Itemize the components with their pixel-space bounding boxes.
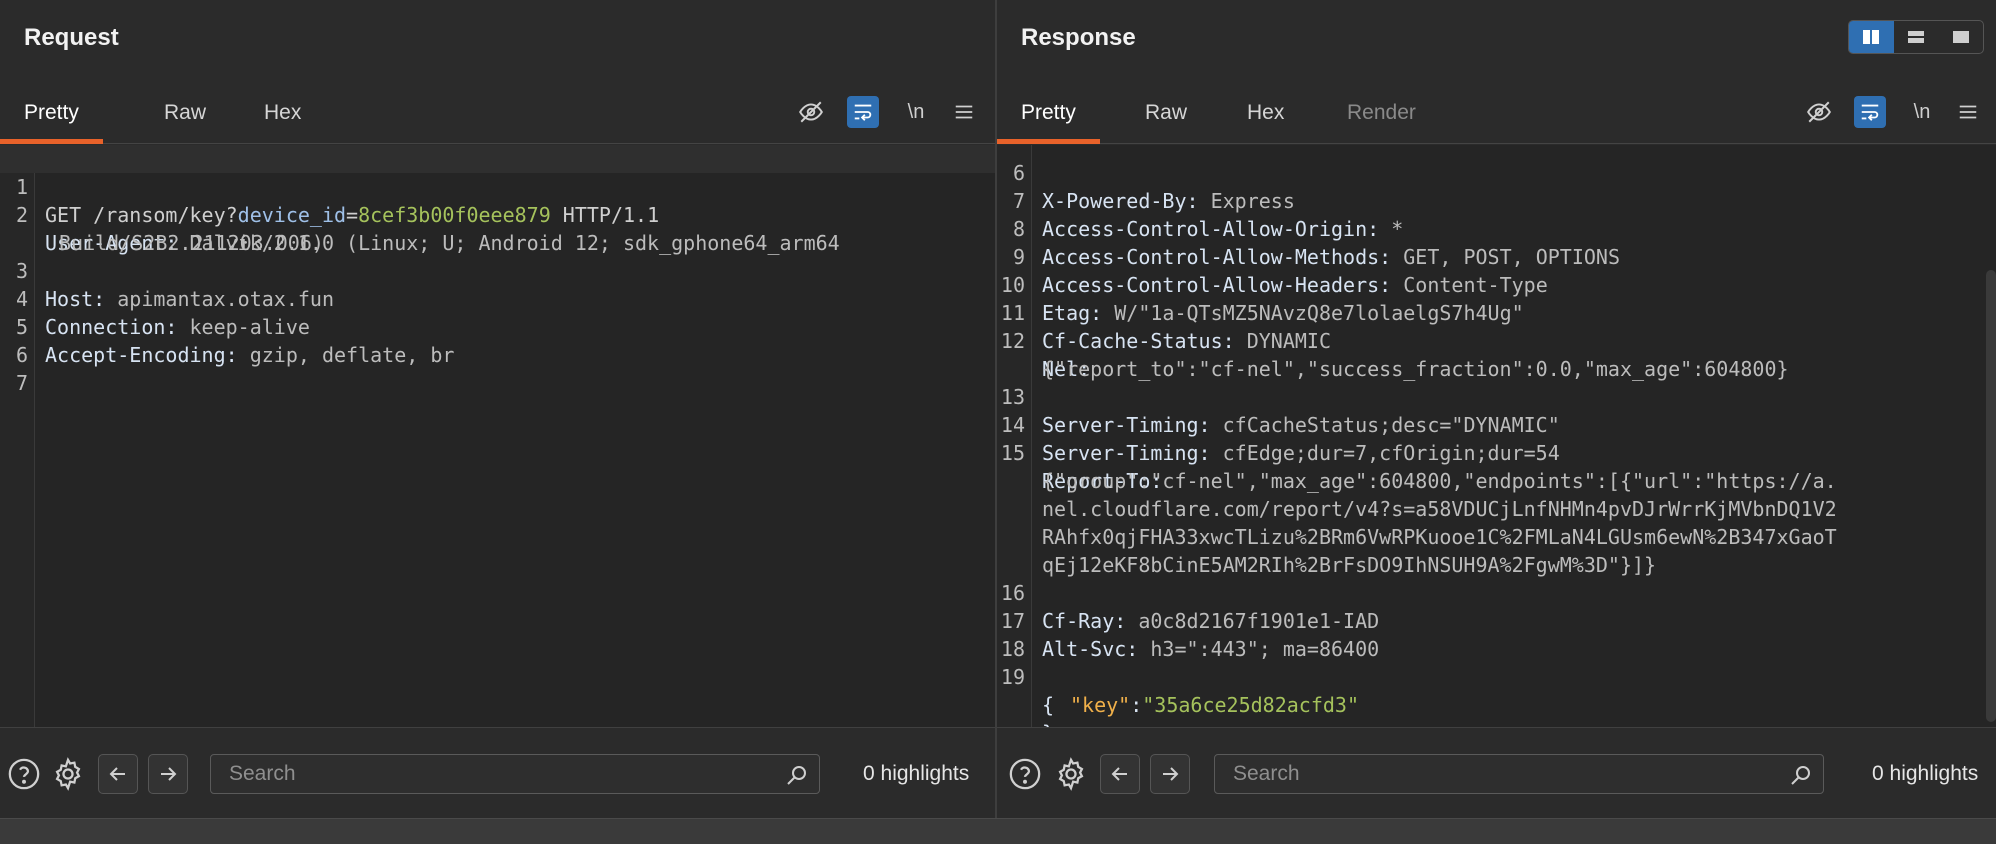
code-line: 13 Server-Timing: cfCacheStatus;desc="DY… <box>1000 385 1560 437</box>
code-line: 7 <box>15 371 28 395</box>
request-footer: 0 highlights <box>0 727 995 818</box>
tab-request-pretty[interactable]: Pretty <box>0 98 103 144</box>
request-pane: Request Pretty Raw Hex \n 1 GET /ransom/… <box>0 0 995 818</box>
tab-request-hex[interactable]: Hex <box>240 98 325 144</box>
code-line: 19 { <box>1000 665 1055 717</box>
status-bar <box>0 818 1996 844</box>
code-line: } <box>997 691 1996 727</box>
code-line-wrapped: RAhfx0qjFHA33xwcTLizu%2BRm6VwRPKuooe1C%2… <box>1042 525 1837 549</box>
code-line: 6 <box>15 343 28 367</box>
response-tabbar: Pretty Raw Hex Render <box>997 78 1996 144</box>
code-line: 16 Cf-Ray: a0c8d2167f1901e1-IAD <box>1000 581 1380 633</box>
split-horizontal-icon[interactable] <box>1849 21 1894 53</box>
code-line-wrapped: {"report_to":"cf-nel","success_fraction"… <box>1042 357 1789 381</box>
code-line: 14 Server-Timing: cfEdge;dur=7,cfOrigin;… <box>1000 413 1560 465</box>
code-line: 4 Connection: keep-alive <box>15 287 310 339</box>
code-line: 12 Nel: <box>1000 329 1091 381</box>
request-tabbar: Pretty Raw Hex <box>0 78 995 144</box>
request-title: Request <box>24 24 119 51</box>
single-pane-icon[interactable] <box>1938 21 1983 53</box>
code-line: 3 Host: apimantax.otax.fun <box>15 259 334 311</box>
code-line: 1 GET /ransom/key?device_id=8cef3b00f0ee… <box>0 145 995 227</box>
help-icon[interactable] <box>4 754 44 794</box>
newline-toggle[interactable]: \n <box>900 96 932 128</box>
arrow-right-icon[interactable] <box>148 754 188 794</box>
code-line-wrapped: {"group":"cf-nel","max_age":604800,"endp… <box>1042 469 1837 493</box>
tab-response-render[interactable]: Render <box>1323 98 1440 144</box>
code-line: 10 Etag: W/"1a-QTsMZ5NAvzQ8e7lolaelgS7h4… <box>1000 273 1524 325</box>
request-highlights-count: 0 highlights <box>863 762 970 785</box>
help-icon[interactable] <box>1005 754 1045 794</box>
code-line: "key":"35a6ce25d82acfd3" <box>1070 693 1360 717</box>
request-search-box[interactable] <box>210 754 820 794</box>
code-line: 15 Report-To: <box>1000 441 1163 493</box>
layout-toggle <box>1848 20 1984 54</box>
code-line-wrapped: nel.cloudflare.com/report/v4?s=a58VDUCjL… <box>1042 497 1837 521</box>
request-header: Request <box>0 0 995 78</box>
response-header: Response <box>997 0 1996 78</box>
wrap-lines-icon[interactable] <box>847 96 879 128</box>
eye-slash-icon[interactable] <box>795 96 827 128</box>
response-search-box[interactable] <box>1214 754 1824 794</box>
request-search-input[interactable] <box>211 755 819 793</box>
tab-request-raw[interactable]: Raw <box>140 98 230 144</box>
code-line: 9 Access-Control-Allow-Headers: Content-… <box>1012 245 1548 297</box>
response-title: Response <box>1021 24 1136 51</box>
wrap-lines-icon[interactable] <box>1854 96 1886 128</box>
code-line: 11 Cf-Cache-Status: DYNAMIC <box>1000 301 1331 353</box>
arrow-left-icon[interactable] <box>98 754 138 794</box>
code-line: 5 Accept-Encoding: gzip, deflate, br <box>15 315 455 367</box>
tab-response-raw[interactable]: Raw <box>1121 98 1211 144</box>
hamburger-menu-icon[interactable] <box>948 96 980 128</box>
search-icon <box>787 766 806 785</box>
hamburger-menu-icon[interactable] <box>1952 96 1984 128</box>
search-icon <box>1791 766 1810 785</box>
eye-slash-icon[interactable] <box>1803 96 1835 128</box>
arrow-right-icon[interactable] <box>1150 754 1190 794</box>
split-vertical-icon[interactable] <box>1894 21 1939 53</box>
response-search-input[interactable] <box>1215 755 1823 793</box>
tab-response-hex[interactable]: Hex <box>1223 98 1308 144</box>
gear-icon[interactable] <box>48 754 88 794</box>
response-editor[interactable]: 6 X-Powered-By: Express 7 Access-Control… <box>997 145 1996 727</box>
newline-toggle[interactable]: \n <box>1906 96 1938 128</box>
code-line: 7 Access-Control-Allow-Origin: * <box>1012 189 1404 241</box>
response-pane: Response Pretty Raw Hex Render \n 6 X-Po… <box>997 0 1996 818</box>
response-footer: 0 highlights <box>997 727 1996 818</box>
code-line: 6 X-Powered-By: Express <box>1012 161 1295 213</box>
code-line: 8 Access-Control-Allow-Methods: GET, POS… <box>1012 217 1620 269</box>
tab-response-pretty[interactable]: Pretty <box>997 98 1100 144</box>
gear-icon[interactable] <box>1051 754 1091 794</box>
response-highlights-count: 0 highlights <box>1872 762 1979 785</box>
arrow-left-icon[interactable] <box>1100 754 1140 794</box>
code-line: 2 User-Agent: Dalvik/2.1.0 (Linux; U; An… <box>15 203 840 255</box>
response-scrollbar[interactable] <box>1986 270 1996 722</box>
code-line: 17 Alt-Svc: h3=":443"; ma=86400 <box>1000 609 1380 661</box>
code-line: 18 <box>1000 637 1025 661</box>
code-line-wrapped: Build/S2B2.211203.006) <box>59 231 324 255</box>
request-editor[interactable]: 1 GET /ransom/key?device_id=8cef3b00f0ee… <box>0 145 995 727</box>
code-line-wrapped: qEj12eKF8bCinE5AM2RIh%2BrFsDO9IhNSUH9A%2… <box>1042 553 1657 577</box>
